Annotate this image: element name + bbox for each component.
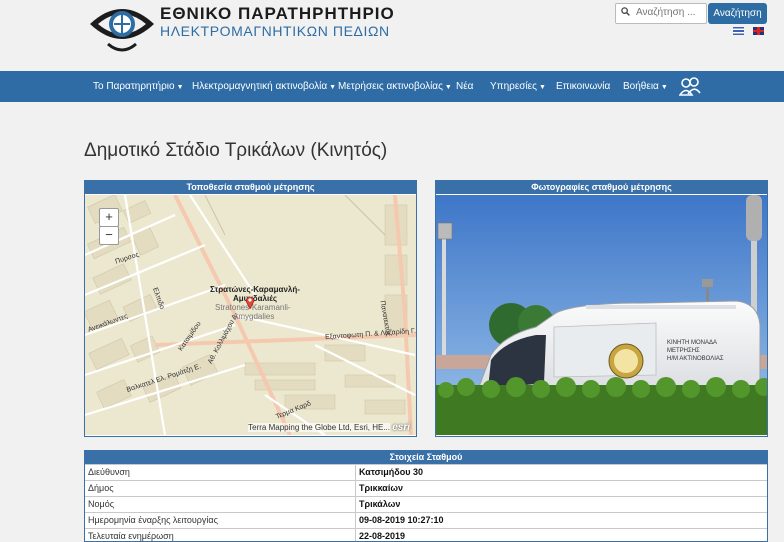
van-caption-line: Η/Μ ΑΚΤΙΝΟΒΟΛΙΑΣ bbox=[667, 356, 724, 362]
map-panel-heading: Τοποθεσία σταθμού μέτρησης bbox=[85, 181, 416, 194]
location-map[interactable]: + − Καταιμίδου Αθ. Κολλιμάχου Δ. Εξαντοφ… bbox=[85, 195, 416, 435]
caret-down-icon: ▼ bbox=[660, 84, 668, 91]
caret-down-icon: ▼ bbox=[329, 84, 337, 91]
station-photo[interactable]: ΚΙΝΗΤΗ ΜΟΝΑΔΑ ΜΕΤΡΗΣΗΣ Η/Μ ΑΚΤΙΝΟΒΟΛΙΑΣ bbox=[436, 195, 767, 435]
nav-item-measurements[interactable]: Μετρήσεις ακτινοβολίας ▼ bbox=[338, 71, 452, 102]
page-title: Δημοτικό Στάδιο Τρικάλων (Κινητός) bbox=[84, 140, 388, 161]
search-input[interactable] bbox=[634, 6, 706, 19]
photo-panel: Φωτογραφίες σταθμού μέτρησης ΚΙΝΗΤΗ ΜΟΝΑ… bbox=[435, 180, 768, 437]
row-value: 22-08-2019 bbox=[359, 531, 406, 541]
row-key: Ημερομηνία έναρξης λειτουργίας bbox=[88, 515, 218, 525]
row-key: Τελευταία ενημέρωση bbox=[88, 531, 174, 541]
map-panel: Τοποθεσία σταθμού μέτρησης + − Καταιμίδο… bbox=[84, 180, 417, 437]
row-key: Διεύθυνση bbox=[88, 467, 130, 477]
row-value: Τρικάλων bbox=[359, 499, 401, 509]
nav-label: Μετρήσεις ακτινοβολίας bbox=[338, 81, 443, 92]
map-attribution[interactable]: Terra Mapping the Globe Ltd, Esri, HE... bbox=[248, 423, 390, 432]
nav-label: Βοήθεια bbox=[623, 81, 659, 92]
row-value: Τρικκαίων bbox=[359, 483, 403, 493]
location-marker-icon[interactable] bbox=[245, 295, 255, 314]
main-navbar: Το Παρατηρητήριο ▼ Ηλεκτρομαγνητική ακτιν… bbox=[0, 71, 784, 102]
van-caption-line: ΚΙΝΗΤΗ ΜΟΝΑΔΑ bbox=[667, 340, 718, 346]
place-label: Αμυγδαλιές bbox=[233, 294, 277, 303]
eye-logo-icon bbox=[90, 9, 154, 52]
nav-item-em-radiation[interactable]: Ηλεκτρομαγνητική ακτινοβολία ▼ bbox=[192, 71, 336, 102]
station-info-heading: Στοιχεία Σταθμού bbox=[85, 451, 767, 464]
table-row: Δήμος Τρικκαίων bbox=[85, 480, 767, 496]
site-logo[interactable]: ΕΘΝΙΚΟ ΠΑΡΑΤΗΡΗΤΗΡΙΟ ΗΛΕΚΤΡΟΜΑΓΝΗΤΙΚΩΝ Π… bbox=[88, 0, 394, 56]
search-icon bbox=[621, 7, 630, 19]
van-caption-line: ΜΕΤΡΗΣΗΣ bbox=[667, 348, 700, 354]
users-icon[interactable] bbox=[678, 76, 701, 102]
nav-label: Επικοινωνία bbox=[556, 81, 611, 92]
nav-label: Το Παρατηρητήριο bbox=[93, 81, 175, 92]
table-row: Ημερομηνία έναρξης λειτουργίας 09-08-201… bbox=[85, 512, 767, 528]
nav-label: Νέα bbox=[456, 81, 474, 92]
place-label: Στρατώνες-Καραμανλή- bbox=[210, 285, 300, 294]
search-button[interactable]: Αναζήτηση bbox=[708, 3, 767, 24]
row-key: Νομός bbox=[88, 499, 115, 509]
zoom-in-button[interactable]: + bbox=[99, 208, 119, 227]
esri-logo: esri bbox=[392, 422, 410, 433]
nav-item-observatory[interactable]: Το Παρατηρητήριο ▼ bbox=[93, 71, 184, 102]
table-row: Νομός Τρικάλων bbox=[85, 496, 767, 512]
row-value: 09-08-2019 10:27:10 bbox=[359, 515, 444, 525]
table-row: Διεύθυνση Κατσιμήδου 30 bbox=[85, 464, 767, 480]
search-field[interactable] bbox=[615, 3, 707, 24]
nav-item-news[interactable]: Νέα bbox=[456, 71, 473, 102]
station-photo-image bbox=[436, 195, 767, 435]
station-info-panel: Στοιχεία Σταθμού Διεύθυνση Κατσιμήδου 30… bbox=[84, 450, 768, 542]
nav-label: Υπηρεσίες bbox=[490, 81, 537, 92]
table-row: Τελευταία ενημέρωση 22-08-2019 bbox=[85, 528, 767, 541]
greek-flag-icon[interactable] bbox=[733, 27, 744, 35]
caret-down-icon: ▼ bbox=[176, 84, 184, 91]
nav-item-contact[interactable]: Επικοινωνία bbox=[556, 71, 610, 102]
logo-subtitle: ΗΛΕΚΤΡΟΜΑΓΝΗΤΙΚΩΝ ΠΕΔΙΩΝ bbox=[160, 23, 390, 39]
site-header: ΕΘΝΙΚΟ ΠΑΡΑΤΗΡΗΤΗΡΙΟ ΗΛΕΚΤΡΟΜΑΓΝΗΤΙΚΩΝ Π… bbox=[0, 0, 784, 72]
uk-flag-icon[interactable] bbox=[753, 27, 764, 35]
caret-down-icon: ▼ bbox=[538, 84, 546, 91]
nav-label: Ηλεκτρομαγνητική ακτινοβολία bbox=[192, 81, 328, 92]
zoom-out-button[interactable]: − bbox=[99, 226, 119, 245]
row-value: Κατσιμήδου 30 bbox=[359, 467, 423, 477]
nav-item-help[interactable]: Βοήθεια ▼ bbox=[623, 71, 668, 102]
row-key: Δήμος bbox=[88, 483, 114, 493]
nav-item-services[interactable]: Υπηρεσίες ▼ bbox=[490, 71, 546, 102]
logo-title: ΕΘΝΙΚΟ ΠΑΡΑΤΗΡΗΤΗΡΙΟ bbox=[160, 4, 395, 23]
caret-down-icon: ▼ bbox=[444, 84, 452, 91]
photo-panel-heading: Φωτογραφίες σταθμού μέτρησης bbox=[436, 181, 767, 194]
